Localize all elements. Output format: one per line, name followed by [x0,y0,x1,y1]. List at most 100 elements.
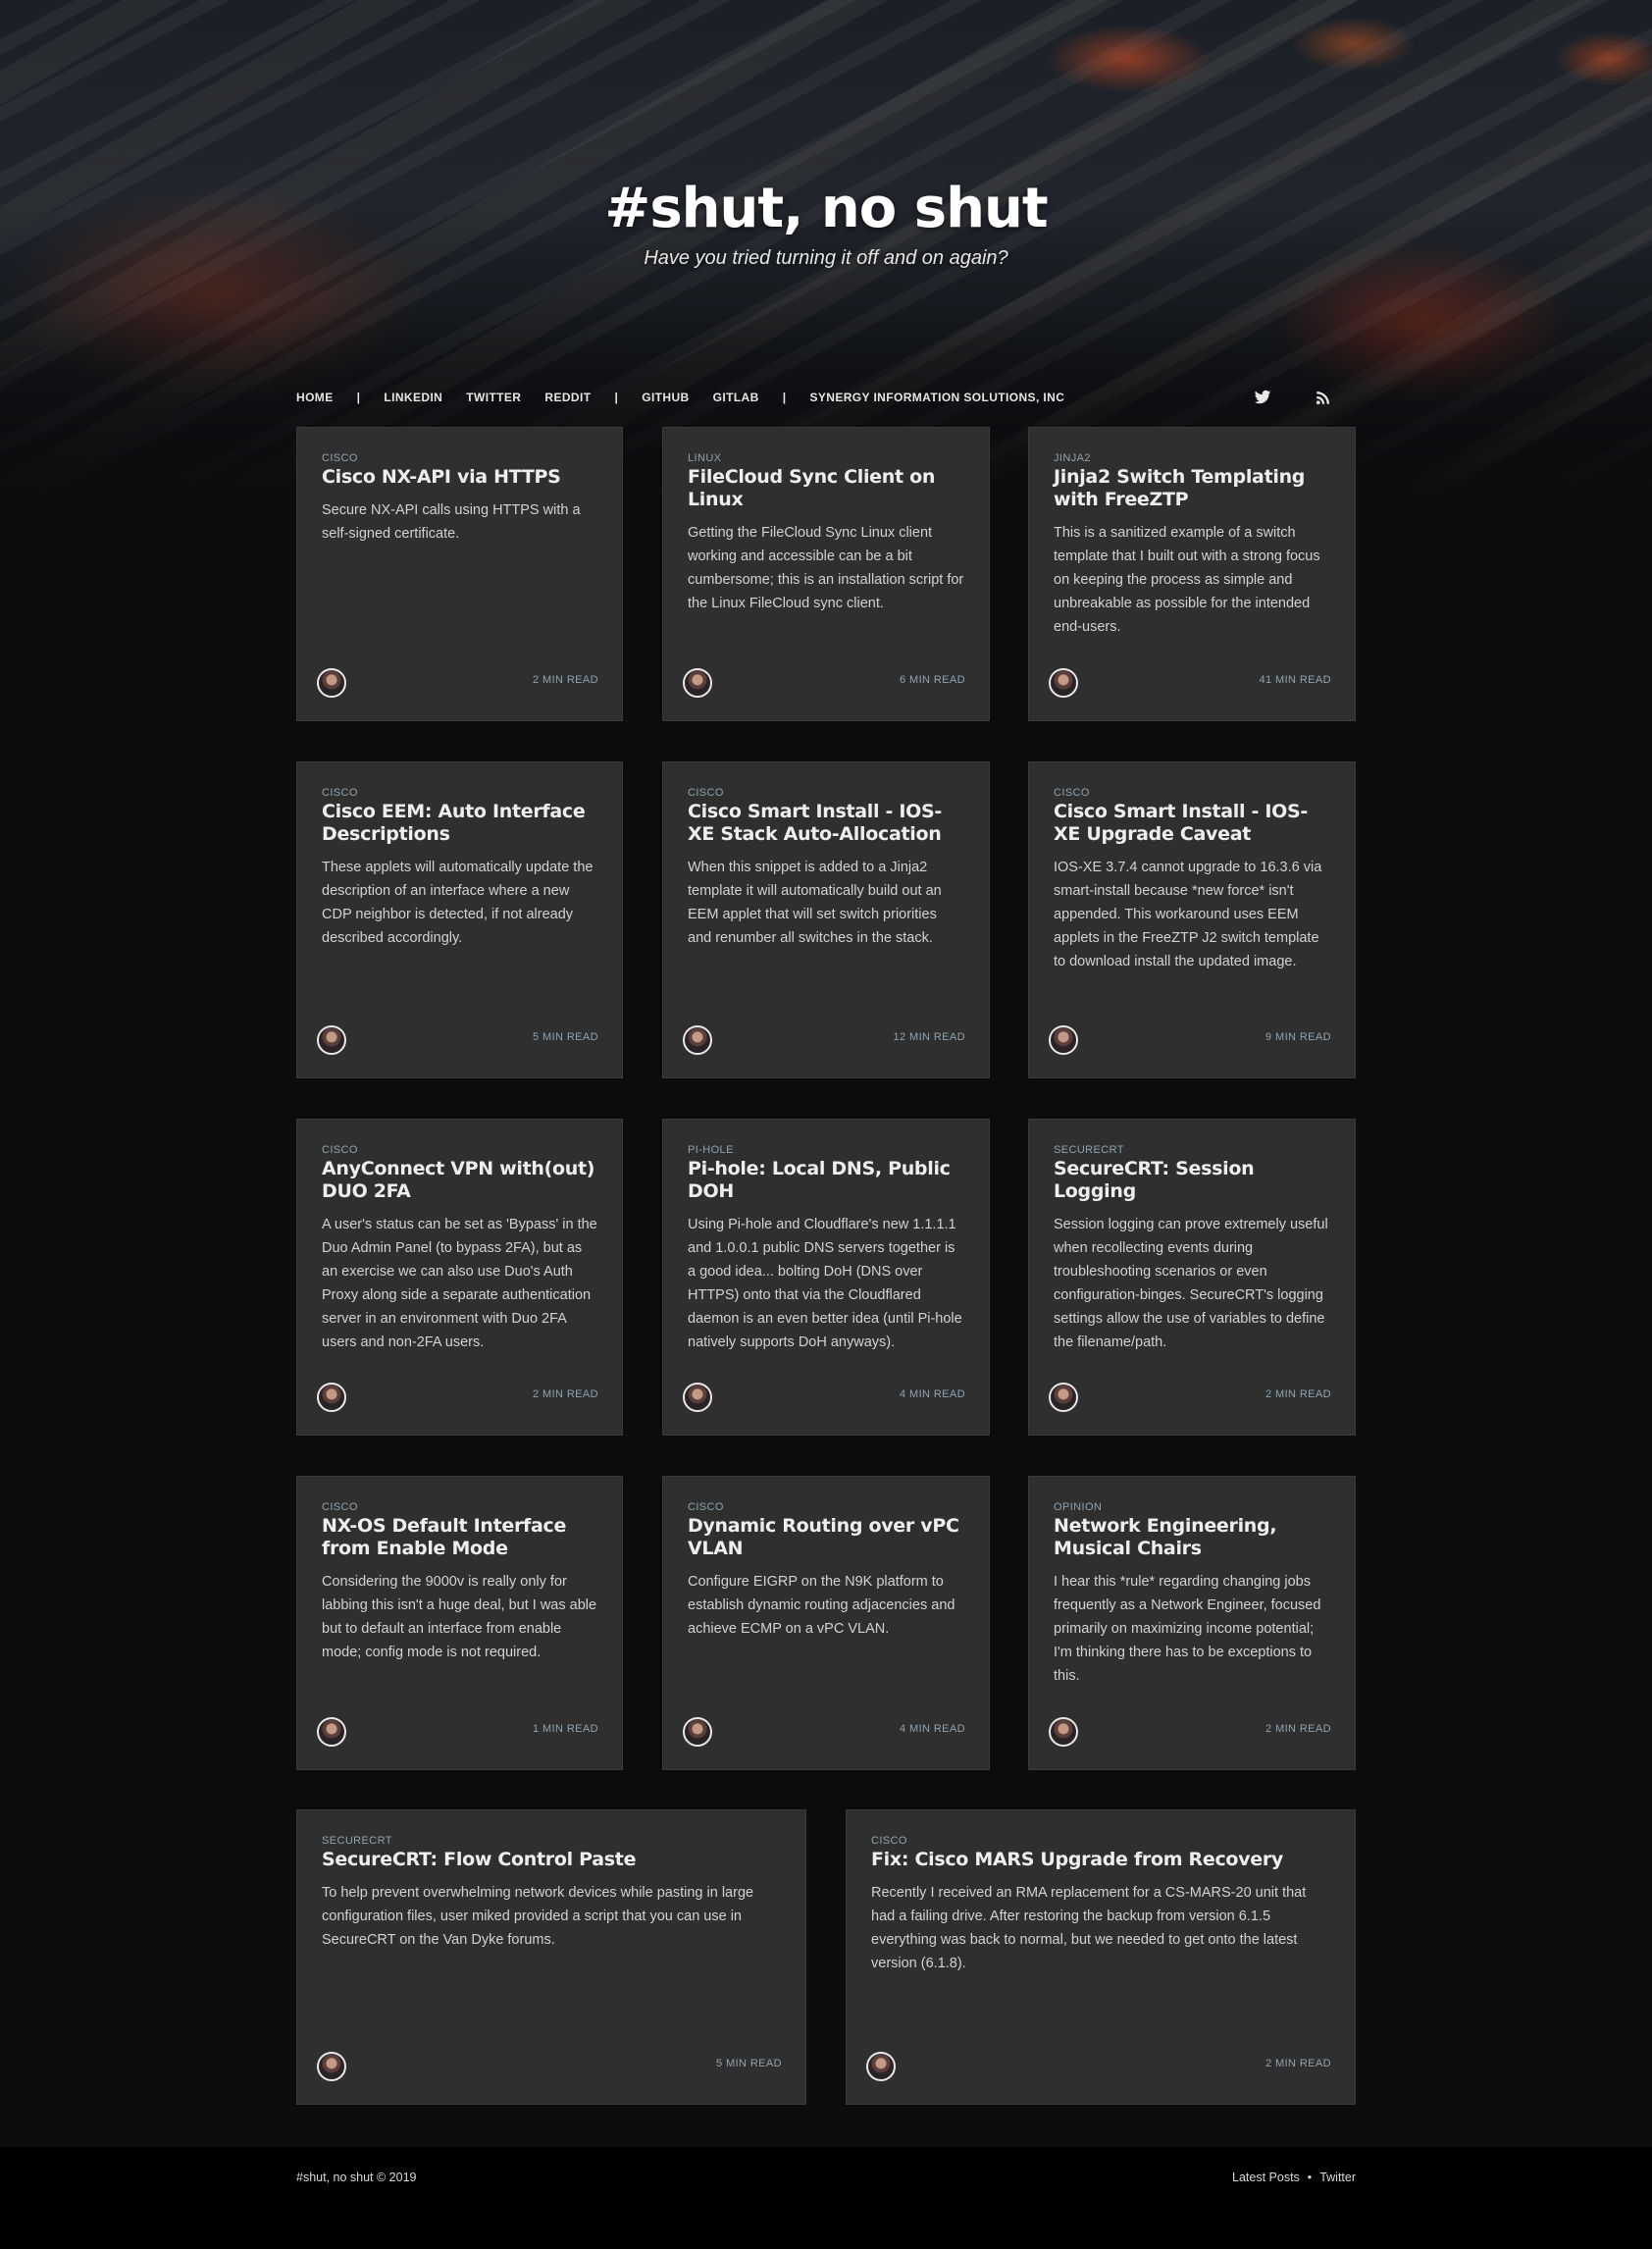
nav-gitlab[interactable]: GitLab [713,391,759,404]
author-avatar[interactable] [866,2052,896,2081]
post-excerpt[interactable]: Using Pi-hole and Cloudflare's new 1.1.1… [688,1213,964,1354]
post-tag[interactable]: Opinion [1054,1501,1330,1513]
author-avatar[interactable] [317,1383,346,1412]
author-avatar[interactable] [683,1025,712,1055]
post-title[interactable]: Dynamic Routing over vPC VLAN [688,1515,964,1560]
twitter-icon[interactable] [1254,389,1271,406]
author-avatar[interactable] [317,668,346,698]
post-excerpt[interactable]: This is a sanitized example of a switch … [1054,521,1330,639]
author-avatar[interactable] [317,1717,346,1747]
post-title[interactable]: Network Engineering, Musical Chairs [1054,1515,1330,1560]
post-title[interactable]: Cisco Smart Install - IOS-XE Upgrade Cav… [1054,801,1330,846]
reading-time: 5 min read [716,2058,782,2069]
post-card[interactable]: SecureCRT SecureCRT: Session Logging Ses… [1028,1119,1356,1436]
reading-time: 5 min read [533,1031,598,1043]
post-tag[interactable]: Cisco [322,1144,597,1156]
author-avatar[interactable] [1049,668,1078,698]
reading-time: 4 min read [900,1723,965,1735]
post-excerpt[interactable]: These applets will automatically update … [322,856,597,950]
post-card[interactable]: Opinion Network Engineering, Musical Cha… [1028,1476,1356,1770]
post-excerpt[interactable]: To help prevent overwhelming network dev… [322,1881,781,1952]
post-card[interactable]: Cisco Cisco Smart Install - IOS-XE Stack… [662,761,990,1078]
post-card[interactable]: Jinja2 Jinja2 Switch Templating with Fre… [1028,427,1356,721]
post-tag[interactable]: Linux [688,452,964,464]
post-title[interactable]: Cisco NX-API via HTTPS [322,466,597,489]
footer-link-latest-posts[interactable]: Latest Posts [1232,2171,1300,2184]
post-card[interactable]: Cisco NX-OS Default Interface from Enabl… [296,1476,623,1770]
post-card[interactable]: Cisco Dynamic Routing over vPC VLAN Conf… [662,1476,990,1770]
post-excerpt[interactable]: Recently I received an RMA replacement f… [871,1881,1330,1975]
nav-reddit[interactable]: Reddit [544,391,591,404]
post-tag[interactable]: Cisco [871,1835,1330,1847]
post-title[interactable]: SecureCRT: Flow Control Paste [322,1849,781,1871]
reading-time: 2 min read [1265,1723,1331,1735]
post-excerpt[interactable]: Considering the 9000v is really only for… [322,1570,597,1664]
nav-twitter[interactable]: Twitter [466,391,521,404]
post-tag[interactable]: Cisco [1054,787,1330,799]
post-excerpt[interactable]: I hear this *rule* regarding changing jo… [1054,1570,1330,1688]
author-avatar[interactable] [317,1025,346,1055]
post-tag[interactable]: Cisco [322,787,597,799]
post-card[interactable]: Cisco Fix: Cisco MARS Upgrade from Recov… [846,1809,1356,2105]
post-card[interactable]: SecureCRT SecureCRT: Flow Control Paste … [296,1809,806,2105]
footer-link-twitter[interactable]: Twitter [1319,2171,1356,2184]
post-tag[interactable]: SecureCRT [322,1835,781,1847]
author-avatar[interactable] [317,2052,346,2081]
post-title[interactable]: AnyConnect VPN with(out) DUO 2FA [322,1158,597,1203]
post-title[interactable]: SecureCRT: Session Logging [1054,1158,1330,1203]
nav-separator: | [356,391,361,404]
reading-time: 2 min read [1265,1388,1331,1400]
main-nav: Home | LinkedIn Twitter Reddit | GitHub … [296,388,1356,407]
reading-time: 9 min read [1265,1031,1331,1043]
site-title[interactable]: #shut, no shut [0,177,1652,240]
post-title[interactable]: Fix: Cisco MARS Upgrade from Recovery [871,1849,1330,1871]
post-tag[interactable]: Cisco [322,1501,597,1513]
post-tag[interactable]: Cisco [688,1501,964,1513]
nav-synergy[interactable]: Synergy Information Solutions, Inc [809,391,1064,404]
nav-linkedin[interactable]: LinkedIn [384,391,442,404]
post-card[interactable]: Cisco Cisco Smart Install - IOS-XE Upgra… [1028,761,1356,1078]
site-description: Have you tried turning it off and on aga… [644,247,1008,269]
post-tag[interactable]: Cisco [322,452,597,464]
post-excerpt[interactable]: When this snippet is added to a Jinja2 t… [688,856,964,950]
footer-bullet: • [1307,2171,1313,2184]
post-excerpt[interactable]: Secure NX-API calls using HTTPS with a s… [322,498,597,546]
post-card[interactable]: Cisco AnyConnect VPN with(out) DUO 2FA A… [296,1119,623,1436]
post-excerpt[interactable]: A user's status can be set as 'Bypass' i… [322,1213,597,1354]
author-avatar[interactable] [683,1717,712,1747]
reading-time: 2 min read [1265,2058,1331,2069]
post-tag[interactable]: Jinja2 [1054,452,1330,464]
post-excerpt[interactable]: Session logging can prove extremely usef… [1054,1213,1330,1354]
author-avatar[interactable] [1049,1025,1078,1055]
reading-time: 1 min read [533,1723,598,1735]
author-avatar[interactable] [1049,1717,1078,1747]
nav-github[interactable]: GitHub [642,391,689,404]
post-card[interactable]: Cisco Cisco EEM: Auto Interface Descript… [296,761,623,1078]
post-card[interactable]: Pi-hole Pi-hole: Local DNS, Public DOH U… [662,1119,990,1436]
reading-time: 6 min read [900,674,965,686]
author-avatar[interactable] [683,668,712,698]
post-title[interactable]: NX-OS Default Interface from Enable Mode [322,1515,597,1560]
post-card[interactable]: Linux FileCloud Sync Client on Linux Get… [662,427,990,721]
post-excerpt[interactable]: IOS-XE 3.7.4 cannot upgrade to 16.3.6 vi… [1054,856,1330,973]
reading-time: 2 min read [533,1388,598,1400]
author-avatar[interactable] [683,1383,712,1412]
post-title[interactable]: Jinja2 Switch Templating with FreeZTP [1054,466,1330,511]
post-excerpt[interactable]: Configure EIGRP on the N9K platform to e… [688,1570,964,1641]
post-title[interactable]: FileCloud Sync Client on Linux [688,466,964,511]
reading-time: 2 min read [533,674,598,686]
reading-time: 4 min read [900,1388,965,1400]
post-tag[interactable]: Pi-hole [688,1144,964,1156]
rss-icon[interactable] [1315,389,1332,406]
author-avatar[interactable] [1049,1383,1078,1412]
post-tag[interactable]: Cisco [688,787,964,799]
post-title[interactable]: Cisco Smart Install - IOS-XE Stack Auto-… [688,801,964,846]
post-tag[interactable]: SecureCRT [1054,1144,1330,1156]
post-card[interactable]: Cisco Cisco NX-API via HTTPS Secure NX-A… [296,427,623,721]
post-title[interactable]: Pi-hole: Local DNS, Public DOH [688,1158,964,1203]
post-excerpt[interactable]: Getting the FileCloud Sync Linux client … [688,521,964,615]
post-title[interactable]: Cisco EEM: Auto Interface Descriptions [322,801,597,846]
footer-links: Latest Posts • Twitter [1232,2171,1356,2184]
nav-home[interactable]: Home [296,391,334,404]
reading-time: 41 min read [1259,674,1331,686]
